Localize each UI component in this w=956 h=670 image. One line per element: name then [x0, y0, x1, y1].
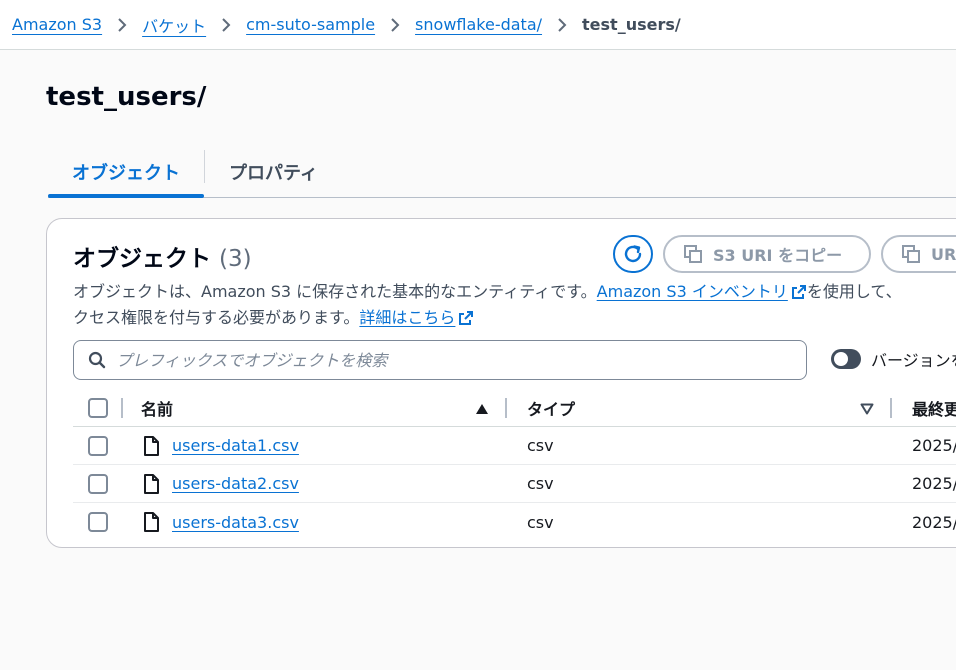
file-type: csv: [527, 512, 554, 532]
tab-objects[interactable]: オブジェクト: [48, 146, 204, 198]
objects-panel: オブジェクト (3) S3 URI をコピー URL オブジェクトは、Amazo…: [46, 218, 956, 548]
description-line-1: オブジェクトは、Amazon S3 に保存された基本的なエンティティです。Ama…: [73, 279, 956, 305]
inventory-link[interactable]: Amazon S3 インベントリ: [597, 282, 788, 301]
file-link[interactable]: users-data2.csv: [172, 474, 299, 493]
objects-description: オブジェクトは、Amazon S3 に保存された基本的なエンティティです。Ama…: [73, 279, 956, 331]
file-icon: [144, 474, 159, 494]
breadcrumb: Amazon S3 バケット cm-suto-sample snowflake-…: [0, 0, 956, 50]
breadcrumb-current: test_users/: [582, 15, 681, 34]
breadcrumb-link-buckets[interactable]: バケット: [142, 13, 206, 37]
external-link-icon: [459, 311, 474, 325]
file-icon: [144, 512, 159, 532]
copy-url-label: URL: [931, 244, 956, 264]
objects-table: 名前 タイプ 最終更新日時 users-data1.csv csv 2025/ …: [73, 389, 956, 541]
select-all-checkbox[interactable]: [88, 397, 108, 418]
page-title: test_users/: [46, 82, 207, 112]
refresh-icon: [624, 245, 642, 263]
description-text-1: オブジェクトは、Amazon S3 に保存された基本的なエンティティです。: [73, 282, 597, 301]
table-row: users-data2.csv csv 2025/: [73, 465, 956, 503]
search-box: [73, 340, 807, 380]
description-text-2: を使用して、: [806, 282, 902, 301]
breadcrumb-link-folder[interactable]: snowflake-data/: [415, 15, 542, 34]
tab-list: オブジェクト プロパティ: [48, 146, 956, 198]
file-modified: 2025/: [912, 436, 956, 455]
chevron-right-icon: [102, 17, 142, 32]
row-checkbox[interactable]: [88, 512, 108, 532]
column-divider: [505, 398, 507, 418]
copy-s3-uri-label: S3 URI をコピー: [713, 246, 843, 265]
copy-s3-uri-button[interactable]: S3 URI をコピー: [663, 235, 871, 273]
description-text-3: クセス権限を付与する必要があります。: [73, 308, 360, 327]
column-header-modified[interactable]: 最終更新日時: [912, 396, 956, 420]
description-line-2: クセス権限を付与する必要があります。詳細はこちら: [73, 305, 956, 331]
copy-icon: [684, 245, 702, 263]
objects-heading: オブジェクト: [73, 246, 211, 272]
sort-ascending-icon[interactable]: [475, 403, 489, 415]
search-input[interactable]: [116, 350, 756, 370]
file-link[interactable]: users-data1.csv: [172, 436, 299, 455]
show-versions-toggle[interactable]: バージョンを表示: [831, 347, 956, 371]
table-row: users-data3.csv csv 2025/: [73, 503, 956, 541]
file-type: csv: [527, 474, 554, 493]
row-checkbox[interactable]: [88, 435, 108, 456]
learn-more-link[interactable]: 詳細はこちら: [359, 308, 455, 327]
chevron-right-icon: [542, 17, 582, 32]
column-divider: [890, 398, 892, 418]
column-header-type[interactable]: タイプ: [527, 396, 575, 420]
refresh-button[interactable]: [613, 235, 653, 273]
row-checkbox[interactable]: [88, 473, 108, 494]
table-header: 名前 タイプ 最終更新日時: [73, 389, 956, 427]
chevron-right-icon: [375, 17, 415, 32]
column-header-name[interactable]: 名前: [141, 396, 173, 420]
chevron-right-icon: [206, 17, 246, 32]
search-icon: [88, 351, 106, 369]
tab-properties[interactable]: プロパティ: [205, 146, 342, 197]
objects-panel-title: オブジェクト (3): [73, 239, 252, 273]
objects-count: (3): [219, 246, 252, 272]
sort-descending-icon[interactable]: [860, 403, 874, 415]
table-row: users-data1.csv csv 2025/: [73, 427, 956, 465]
file-modified: 2025/: [912, 512, 956, 532]
show-versions-label: バージョンを表示: [871, 351, 956, 370]
external-link-icon: [791, 285, 806, 299]
file-type: csv: [527, 436, 554, 455]
copy-icon: [902, 245, 920, 263]
file-modified: 2025/: [912, 474, 956, 493]
column-divider: [121, 398, 123, 418]
file-link[interactable]: users-data3.csv: [172, 513, 299, 532]
toggle-switch[interactable]: [831, 349, 861, 369]
copy-url-button[interactable]: URL: [881, 235, 956, 273]
breadcrumb-link-bucket[interactable]: cm-suto-sample: [246, 15, 375, 34]
file-icon: [144, 436, 159, 456]
breadcrumb-link-amazon-s3[interactable]: Amazon S3: [12, 15, 102, 34]
